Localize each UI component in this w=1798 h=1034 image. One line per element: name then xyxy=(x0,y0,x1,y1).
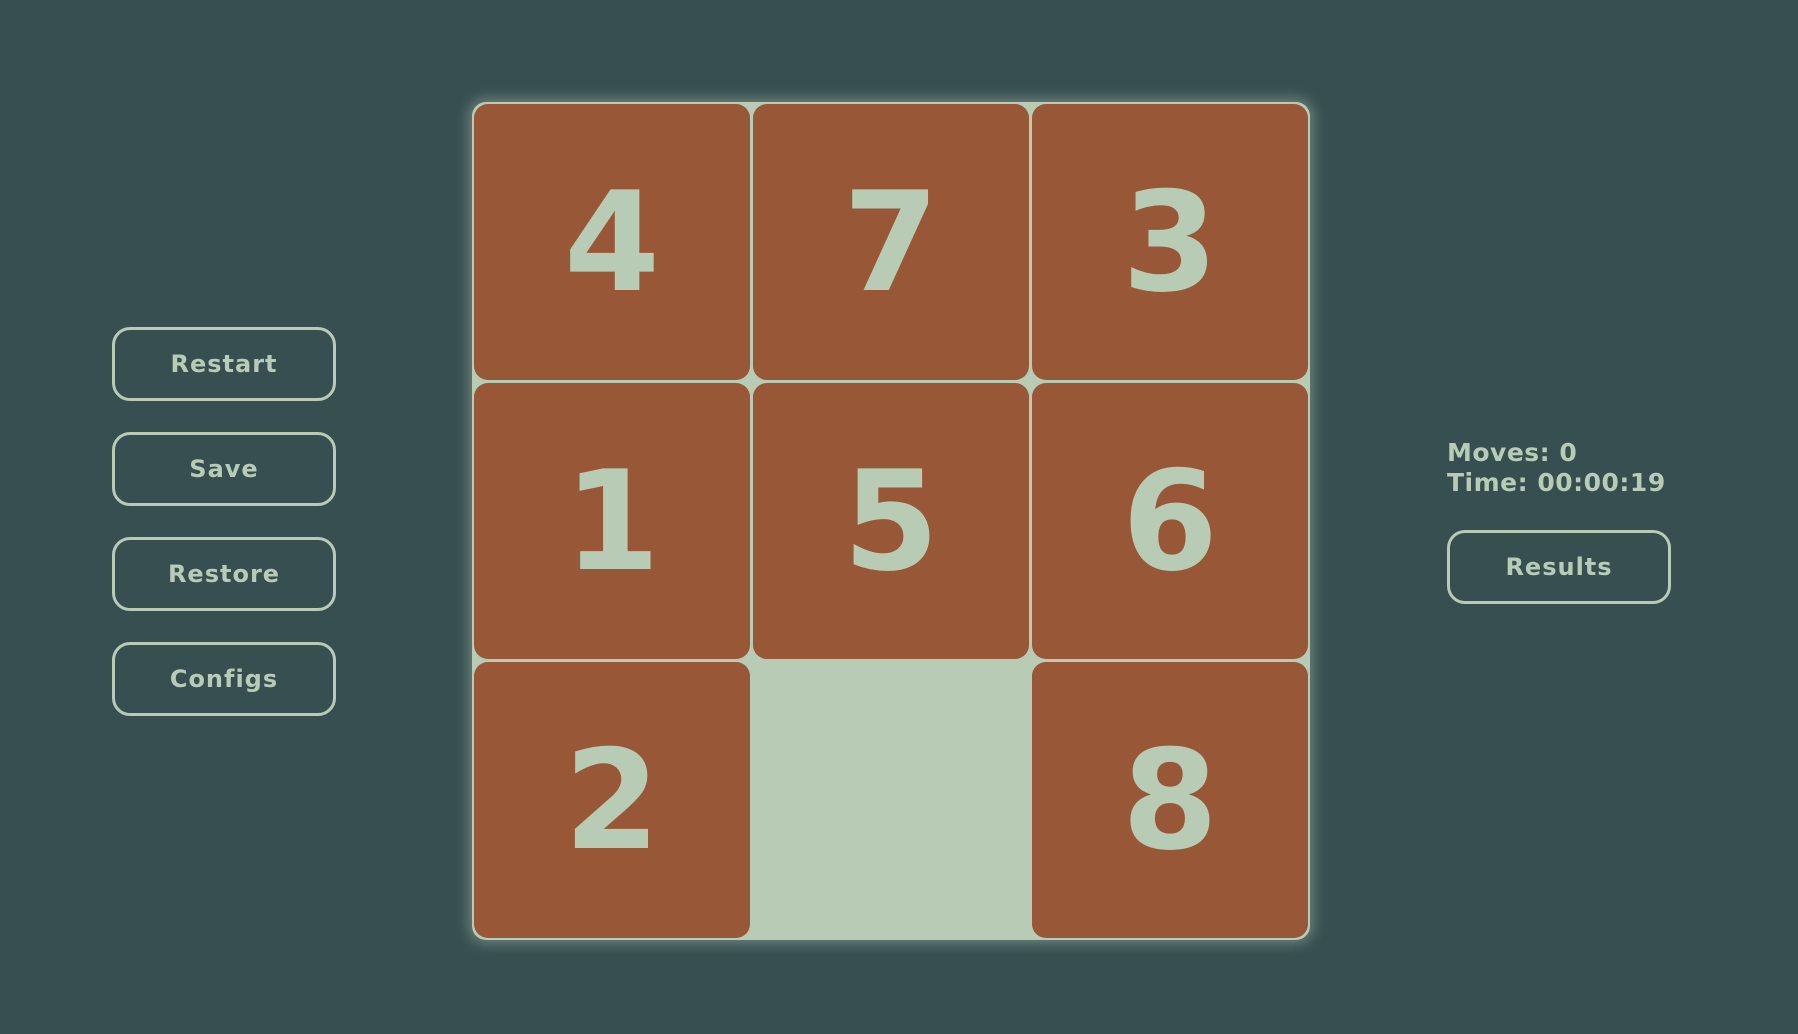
game-stats: Moves: 0 Time: 00:00:19 xyxy=(1447,438,1666,498)
results-button[interactable]: Results xyxy=(1447,530,1671,604)
moves-counter: Moves: 0 xyxy=(1447,438,1666,468)
puzzle-tile[interactable]: 8 xyxy=(1032,662,1308,938)
restart-button[interactable]: Restart xyxy=(112,327,336,401)
puzzle-tile[interactable]: 3 xyxy=(1032,104,1308,380)
puzzle-tile[interactable]: 5 xyxy=(753,383,1029,659)
puzzle-board: 4 7 3 1 5 6 2 8 xyxy=(472,102,1310,940)
moves-value: 0 xyxy=(1559,438,1578,467)
restore-button[interactable]: Restore xyxy=(112,537,336,611)
puzzle-tile[interactable]: 2 xyxy=(474,662,750,938)
control-panel: Restart Save Restore Configs xyxy=(112,327,336,747)
puzzle-tile[interactable]: 6 xyxy=(1032,383,1308,659)
empty-cell xyxy=(753,662,1029,938)
puzzle-tile[interactable]: 7 xyxy=(753,104,1029,380)
time-value: 00:00:19 xyxy=(1537,468,1666,497)
puzzle-tile[interactable]: 4 xyxy=(474,104,750,380)
time-label: Time: xyxy=(1447,468,1529,497)
configs-button[interactable]: Configs xyxy=(112,642,336,716)
moves-label: Moves: xyxy=(1447,438,1551,467)
timer: Time: 00:00:19 xyxy=(1447,468,1666,498)
puzzle-tile[interactable]: 1 xyxy=(474,383,750,659)
save-button[interactable]: Save xyxy=(112,432,336,506)
